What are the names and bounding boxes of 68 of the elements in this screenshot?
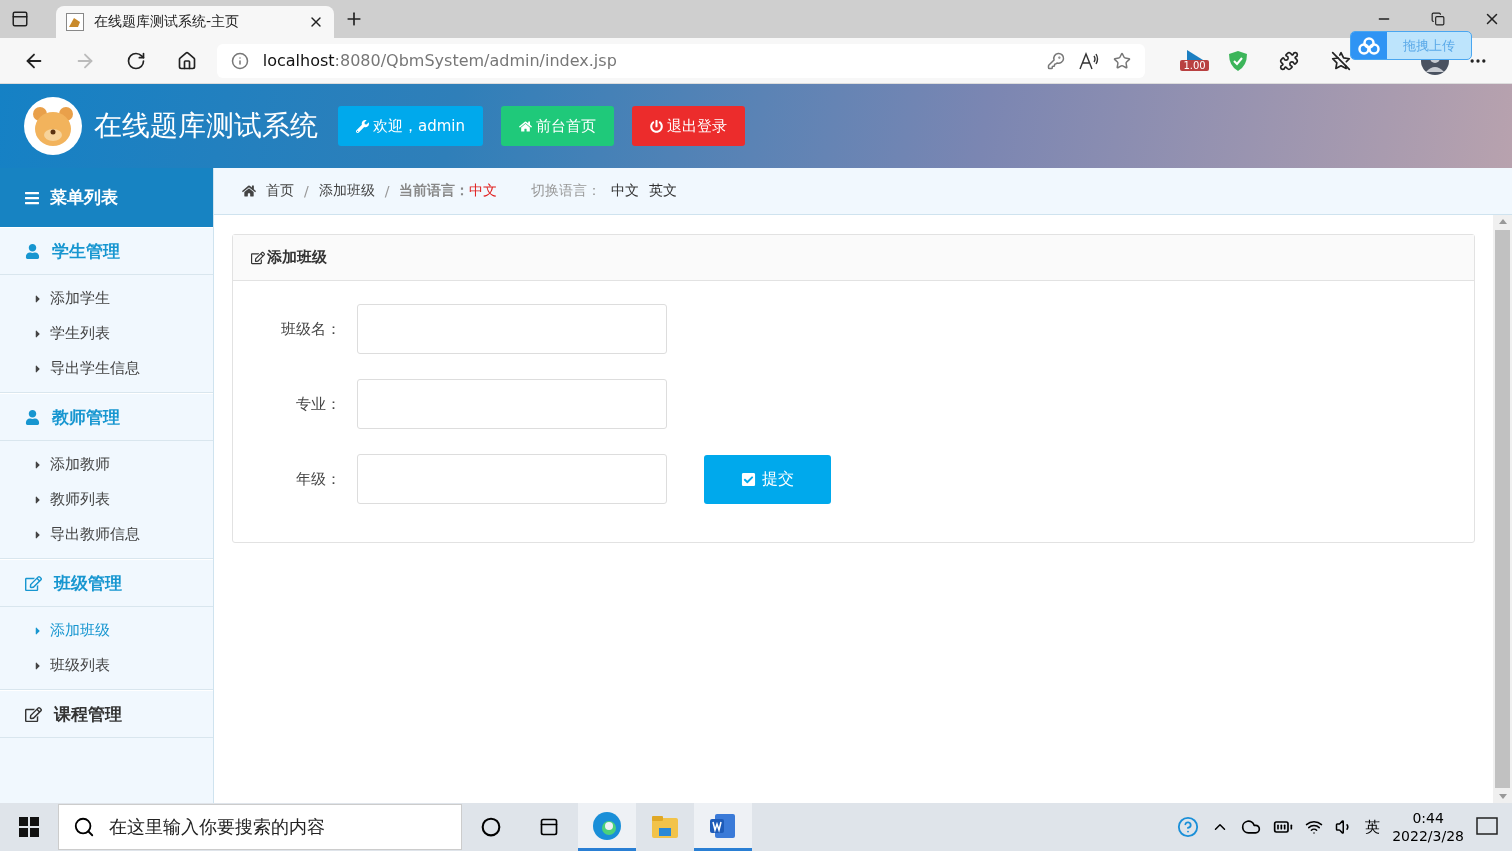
cloud-logo-icon bbox=[1358, 36, 1380, 55]
home-icon bbox=[242, 184, 256, 198]
windows-start-icon[interactable] bbox=[19, 817, 39, 837]
current-language: 中文 bbox=[469, 182, 498, 200]
field-label: 班级名： bbox=[280, 319, 341, 339]
browser-tab[interactable]: 在线题库测试系统-主页 bbox=[56, 6, 334, 38]
menu-icon bbox=[24, 189, 40, 206]
user-icon bbox=[25, 243, 40, 259]
menu-item[interactable]: 添加教师 bbox=[0, 447, 213, 482]
reload-icon[interactable] bbox=[125, 50, 146, 71]
read-aloud-icon[interactable] bbox=[1078, 51, 1099, 70]
address-bar[interactable]: localhost:8080/QbmSystem/admin/index.jsp bbox=[216, 43, 1145, 78]
taskbar-search-field[interactable]: 在这里输入你要搜索的内容 bbox=[58, 804, 462, 850]
field-label: 专业： bbox=[295, 394, 341, 414]
app-title: 在线题库测试系统 bbox=[94, 108, 318, 144]
language-link[interactable]: 英文 bbox=[649, 182, 678, 200]
cloud-icon[interactable] bbox=[1241, 817, 1262, 837]
info-icon bbox=[230, 51, 249, 70]
cortana-icon[interactable] bbox=[481, 817, 501, 837]
add-favorite-icon[interactable] bbox=[1112, 51, 1131, 70]
wifi-icon[interactable] bbox=[1305, 818, 1324, 836]
language-link[interactable]: 中文 bbox=[611, 182, 640, 200]
breadcrumb-separator: / bbox=[304, 183, 309, 199]
menu-item[interactable]: 教师列表 bbox=[0, 482, 213, 517]
user-icon bbox=[25, 409, 40, 425]
menu-item[interactable]: 学生列表 bbox=[0, 316, 213, 351]
menu-item[interactable]: 导出教师信息 bbox=[0, 517, 213, 552]
panel-title: 添加班级 bbox=[267, 248, 327, 267]
input-field[interactable] bbox=[357, 379, 667, 429]
breadcrumb-separator: / bbox=[384, 183, 390, 199]
switch-language-label: 切换语言： bbox=[531, 182, 602, 200]
word-icon[interactable] bbox=[709, 811, 737, 840]
zoom-badge[interactable]: 1.00 bbox=[1180, 60, 1209, 71]
check-icon bbox=[741, 471, 756, 487]
input-field[interactable] bbox=[357, 304, 667, 354]
breadcrumb-link[interactable]: 添加班级 bbox=[318, 182, 375, 200]
edit-icon bbox=[251, 250, 265, 265]
edit-icon bbox=[25, 574, 42, 592]
home-icon bbox=[519, 119, 532, 133]
wrench-icon bbox=[356, 119, 369, 133]
menu-title: 菜单列表 bbox=[50, 186, 118, 209]
extensions-icon[interactable] bbox=[1279, 50, 1300, 71]
edit-icon bbox=[25, 705, 42, 723]
logout-button[interactable]: 退出登录 bbox=[632, 106, 745, 146]
menu-item[interactable]: 导出学生信息 bbox=[0, 351, 213, 386]
input-field[interactable] bbox=[357, 454, 667, 504]
tab-actions-icon[interactable] bbox=[11, 10, 29, 28]
shield-icon[interactable] bbox=[1228, 49, 1249, 72]
bear-favicon-icon bbox=[66, 13, 84, 31]
folder-icon[interactable] bbox=[651, 815, 679, 839]
edge-browser-icon[interactable] bbox=[592, 810, 622, 841]
help-icon[interactable] bbox=[1177, 816, 1200, 838]
menu-item[interactable]: 班级列表 bbox=[0, 648, 213, 683]
breadcrumb-link[interactable]: 首页 bbox=[266, 182, 294, 200]
flag-icon bbox=[1184, 50, 1205, 60]
key-icon[interactable] bbox=[1046, 51, 1065, 70]
search-icon bbox=[73, 816, 95, 838]
home-icon[interactable] bbox=[177, 50, 198, 71]
task-view-icon[interactable] bbox=[539, 817, 559, 837]
restore-icon[interactable] bbox=[1431, 12, 1445, 26]
language-label: 当前语言： bbox=[399, 182, 470, 200]
field-label: 年级： bbox=[295, 469, 341, 489]
menu-group[interactable]: 课程管理 bbox=[0, 690, 213, 738]
input-method[interactable]: 英 bbox=[1365, 817, 1381, 837]
power-icon bbox=[650, 119, 663, 133]
taskbar-clock[interactable]: 0:44 2022/3/28 bbox=[1392, 809, 1464, 845]
notification-icon[interactable] bbox=[1476, 817, 1498, 837]
menu-item[interactable]: 添加学生 bbox=[0, 281, 213, 316]
